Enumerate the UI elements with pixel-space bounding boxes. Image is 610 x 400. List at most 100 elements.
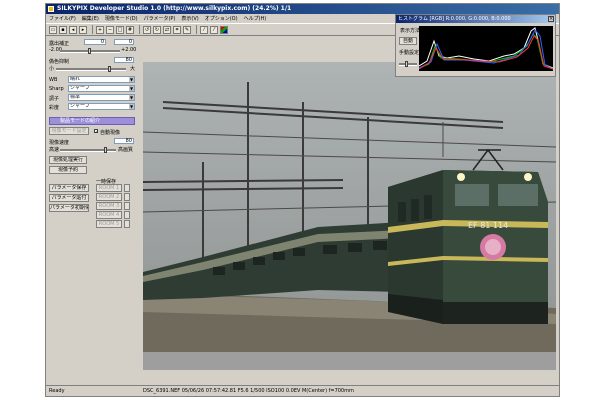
chevron-down-icon: ▼: [129, 104, 134, 109]
display-mode-label: 表示方法: [400, 28, 421, 34]
slider-thumb[interactable]: [88, 48, 91, 54]
develop-speed-input[interactable]: 80: [114, 138, 134, 144]
wb-select[interactable]: 晴れ ▼: [68, 76, 135, 83]
open-icon[interactable]: ▭: [49, 25, 57, 34]
param-init-button[interactable]: パラメータ初期化: [49, 204, 89, 212]
control-panel: 露出補正 0 0 -2.00 +2.00 偽色抑制 80 小 大 WB 晴れ ▼ …: [46, 36, 138, 384]
develop-reserve-button[interactable]: 現像予約: [49, 166, 87, 174]
room-button-1[interactable]: ROOM 1: [96, 184, 122, 192]
close-icon[interactable]: ×: [548, 16, 554, 22]
status-bar: Ready DSC_6391.NEF 05/06/26 07:57:42.81 …: [46, 385, 559, 396]
product-mode-banner[interactable]: 製品モードの紹介: [49, 117, 135, 125]
grid-icon[interactable]: #: [126, 25, 134, 34]
exposure-input[interactable]: 0: [84, 39, 106, 45]
false-color-label: 偽色抑制: [49, 59, 70, 65]
photo-preview[interactable]: EF 81 114: [143, 62, 556, 352]
room-small-button[interactable]: [124, 211, 130, 219]
wb-picker-icon[interactable]: ⁄: [210, 25, 218, 34]
color-value: シャープ: [70, 103, 90, 109]
menu-parameter[interactable]: パラメータ(P): [144, 15, 176, 22]
tone-label: 調子: [49, 96, 60, 102]
exposure-slider[interactable]: [60, 48, 120, 54]
train-photo: EF 81 114: [143, 62, 556, 352]
develop-speed-label: 現像速度: [49, 140, 70, 146]
loco-number: EF 81 114: [468, 221, 508, 230]
save-icon[interactable]: ▪: [59, 25, 67, 34]
false-color-slider[interactable]: [56, 66, 126, 72]
room-small-button[interactable]: [124, 184, 130, 192]
eyedropper-icon[interactable]: ⁄: [200, 25, 208, 34]
sharp-value: シャープ: [70, 85, 90, 91]
app-icon: [48, 6, 54, 12]
chevron-down-icon: ▼: [129, 95, 134, 100]
wb-label: WB: [49, 77, 58, 83]
speed-low-label: 高速: [49, 147, 60, 153]
menu-help[interactable]: ヘルプ(H): [244, 15, 267, 22]
param-save-button[interactable]: パラメータ保存: [49, 184, 89, 192]
zoom-out-icon[interactable]: −: [106, 25, 114, 34]
room-button-5[interactable]: ROOM 5: [96, 220, 122, 228]
menu-option[interactable]: オプション(O): [205, 15, 238, 22]
auto-develop-label: 自動現像: [100, 130, 121, 136]
develop-speed-slider[interactable]: [60, 147, 116, 153]
next-icon[interactable]: ▸: [79, 25, 87, 34]
rotate-left-icon[interactable]: ↺: [143, 25, 151, 34]
slider-thumb[interactable]: [104, 147, 107, 153]
develop-mode-button[interactable]: 現像モード設定: [49, 127, 89, 135]
status-ready: Ready: [49, 388, 65, 394]
histogram-title: ヒストグラム [RGB] R:0.000, G:0.000, B:0.000: [398, 16, 511, 22]
chevron-down-icon: ▼: [129, 86, 134, 91]
tone-value: 標準: [70, 94, 81, 100]
menu-view[interactable]: 表示(V): [181, 15, 198, 22]
room-button-3[interactable]: ROOM 3: [96, 202, 122, 210]
toolbar-separator: [92, 25, 93, 34]
histogram-title-bar: ヒストグラム [RGB] R:0.000, G:0.000, B:0.000: [396, 15, 555, 23]
banner-label: 製品モードの紹介: [60, 118, 101, 124]
room-button-4[interactable]: ROOM 4: [96, 211, 122, 219]
title-bar: SILKYPIX Developer Studio 1.0 (http://ww…: [46, 4, 559, 14]
exposure-label: 露出補正: [49, 41, 70, 47]
sharp-select[interactable]: シャープ ▼: [68, 85, 135, 92]
histogram-window: ヒストグラム [RGB] R:0.000, G:0.000, B:0.000 ×…: [395, 14, 556, 77]
zoom-in-icon[interactable]: +: [96, 25, 104, 34]
scale-max-label: +2.00: [121, 47, 137, 53]
color-select[interactable]: シャープ ▼: [68, 103, 135, 110]
menu-edit[interactable]: 編集(E): [82, 15, 99, 22]
slider-thumb[interactable]: [405, 61, 408, 67]
menu-develop-mode[interactable]: 現像モード(D): [105, 15, 138, 22]
window-title: SILKYPIX Developer Studio 1.0 (http://ww…: [57, 5, 292, 12]
exposure-input-2[interactable]: 0: [114, 39, 134, 45]
mode-manual-label: 手動設定: [399, 50, 420, 56]
prev-icon[interactable]: ◂: [69, 25, 77, 34]
toolbar-separator: [139, 25, 140, 34]
room-button-2[interactable]: ROOM 2: [96, 193, 122, 201]
preview-margin: [143, 352, 556, 370]
auto-develop-checkbox[interactable]: ✓: [94, 129, 98, 134]
brush-icon[interactable]: ✎: [183, 25, 191, 34]
histogram-graph: [418, 26, 554, 71]
tone-select[interactable]: 標準 ▼: [68, 94, 135, 101]
status-file-info: DSC_6391.NEF 05/06/26 07:57:42.81 F5.6 1…: [143, 388, 354, 394]
false-color-input[interactable]: 80: [114, 57, 134, 63]
sharp-label: Sharp: [49, 86, 64, 92]
wb-value: 晴れ: [70, 76, 81, 82]
param-paste-button[interactable]: パラメータ貼付: [49, 194, 89, 202]
rotate-right-icon[interactable]: ↻: [153, 25, 161, 34]
room-small-button[interactable]: [124, 202, 130, 210]
batch-develop-button[interactable]: 現像処理実行: [49, 156, 87, 164]
speed-high-label: 高画質: [118, 147, 134, 153]
toolbar-separator: [196, 25, 197, 34]
room-small-button[interactable]: [124, 220, 130, 228]
fit-icon[interactable]: □: [116, 25, 124, 34]
mode-auto-button[interactable]: 自動: [399, 37, 417, 45]
crop-icon[interactable]: ⌗: [173, 25, 181, 34]
scale-small-label: 小: [49, 66, 55, 72]
chevron-down-icon: ▼: [129, 77, 134, 82]
histogram-slider[interactable]: [399, 61, 417, 67]
color-label: 彩度: [49, 105, 60, 111]
slider-thumb[interactable]: [108, 66, 111, 72]
color-palette-icon[interactable]: [220, 25, 228, 34]
room-small-button[interactable]: [124, 193, 130, 201]
menu-file[interactable]: ファイル(F): [49, 15, 76, 22]
flip-icon[interactable]: ⇄: [163, 25, 171, 34]
